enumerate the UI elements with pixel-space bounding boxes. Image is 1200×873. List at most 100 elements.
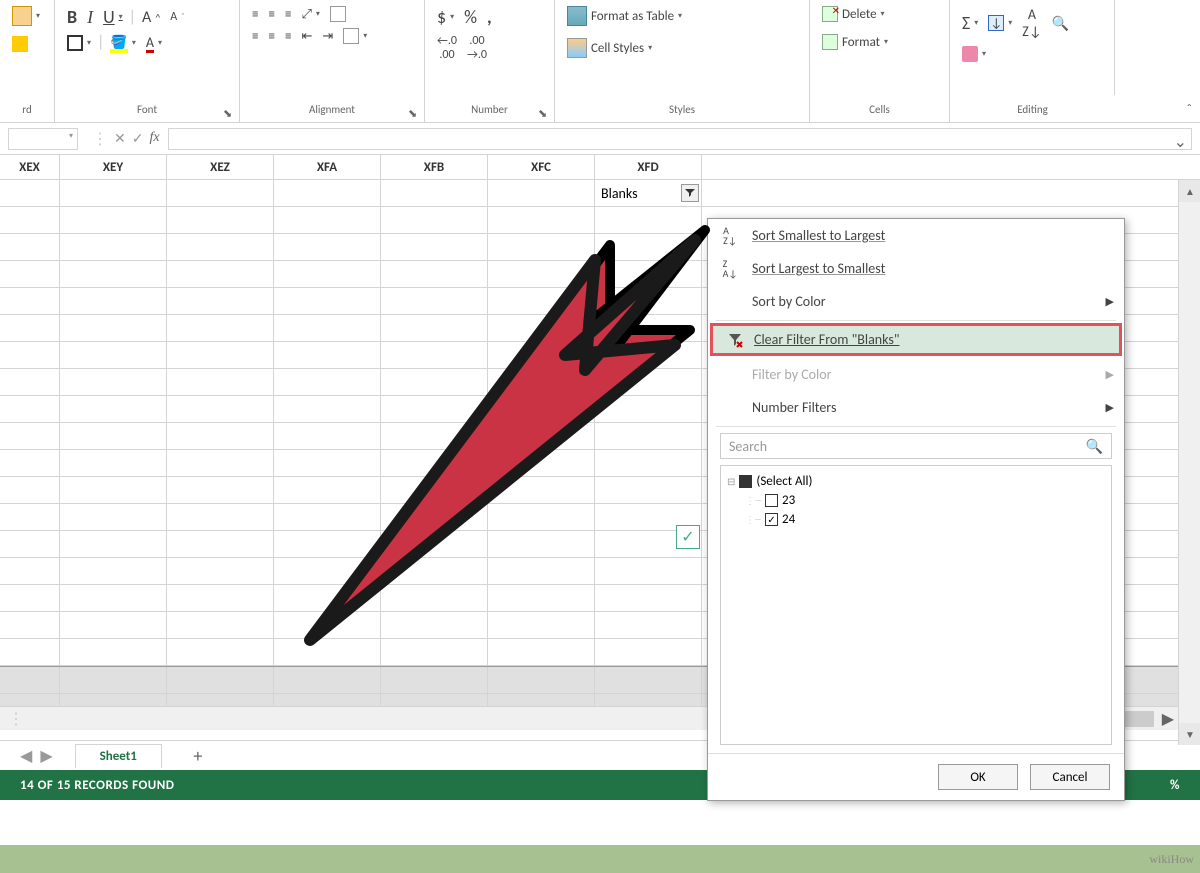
percent-button[interactable]: % <box>460 4 481 30</box>
col-XFC[interactable]: XFC <box>488 155 595 179</box>
fill-color[interactable]: 🪣▾ <box>106 32 139 53</box>
format-cells[interactable]: Format▾ <box>818 32 941 52</box>
filter-search[interactable]: Search 🔍 <box>720 433 1112 459</box>
clear-button[interactable]: ▾ <box>958 44 990 64</box>
sheet-tab-active[interactable]: Sheet1 <box>75 744 162 768</box>
inc-indent[interactable]: ⇥ <box>318 27 337 46</box>
find-select[interactable]: 🔍 <box>1048 13 1073 34</box>
cell[interactable] <box>167 180 274 206</box>
cell[interactable] <box>381 180 488 206</box>
filter-by-color: Filter by Color <box>708 358 1124 391</box>
paste-button[interactable]: ▾ <box>8 4 44 28</box>
sort-filter[interactable]: AZ↓ <box>1018 4 1045 42</box>
col-XFA[interactable]: XFA <box>274 155 381 179</box>
sort-asc-icon: AZ↓ <box>720 226 740 246</box>
grow-font[interactable]: A^ <box>138 6 164 29</box>
cancel-formula-icon[interactable]: ✕ <box>114 130 126 147</box>
format-as-table[interactable]: Format as Table▾ <box>563 4 801 28</box>
item-cb-24[interactable] <box>765 513 778 526</box>
align-bottom[interactable]: ≡ <box>281 5 295 24</box>
shrink-font[interactable]: Aˇ <box>166 8 188 26</box>
select-all-checkbox[interactable]: ✓ <box>676 525 700 549</box>
format-icon <box>822 34 838 50</box>
filter-header-cell[interactable]: Blanks <box>595 180 702 206</box>
comma-button[interactable]: , <box>483 4 496 30</box>
autosum[interactable]: Σ▾ <box>958 10 982 36</box>
number-label: Number⬊ <box>425 95 555 123</box>
font-color[interactable]: A▾ <box>142 32 166 53</box>
collapse-ribbon-icon[interactable]: ˆ <box>1186 101 1192 118</box>
col-XFD[interactable]: XFD <box>595 155 702 179</box>
filter-tree[interactable]: ⊟ (Select All) ⋮┄ 23 ⋮┄ 24 <box>720 465 1112 745</box>
editing-group: Σ▾ ↓▾ AZ↓ 🔍 ▾ <box>950 0 1115 95</box>
item-cb-23[interactable] <box>765 494 778 507</box>
wrap-text[interactable] <box>326 4 350 24</box>
fx-icon[interactable]: fx <box>149 130 159 147</box>
vertical-scrollbar[interactable]: ▲ ▼ <box>1178 180 1200 745</box>
number-group: $▾ % , ←.0.00 .00→.0 <box>425 0 555 95</box>
fill-button[interactable]: ↓▾ <box>984 13 1016 33</box>
sort-by-color[interactable]: Sort by Color <box>708 285 1124 318</box>
font-label: Font⬊ <box>55 95 240 123</box>
align-top[interactable]: ≡ <box>248 5 262 24</box>
ok-button[interactable]: OK <box>938 764 1018 790</box>
dec-indent[interactable]: ⇤ <box>297 27 316 46</box>
align-right[interactable]: ≡ <box>281 27 295 46</box>
cell[interactable] <box>274 180 381 206</box>
alignment-label: Alignment⬊ <box>240 95 425 123</box>
watermark: wikiHow <box>1149 852 1194 867</box>
font-launcher-icon[interactable]: ⬊ <box>223 107 235 119</box>
select-all-tree-cb[interactable] <box>739 475 752 488</box>
eraser-icon <box>962 46 978 62</box>
decrease-decimal[interactable]: .00→.0 <box>463 32 491 64</box>
record-count: 14 OF 15 RECORDS FOUND <box>20 778 174 793</box>
cancel-button[interactable]: Cancel <box>1030 764 1110 790</box>
align-center[interactable]: ≡ <box>264 27 278 46</box>
increase-decimal[interactable]: ←.0.00 <box>433 32 461 64</box>
align-middle[interactable]: ≡ <box>264 5 278 24</box>
align-left[interactable]: ≡ <box>248 27 262 46</box>
expand-formula-icon[interactable]: ⌄ <box>1174 132 1187 152</box>
filter-active-icon <box>684 187 696 199</box>
borders-button[interactable]: ▾ <box>63 33 95 53</box>
enter-formula-icon[interactable]: ✓ <box>132 130 144 147</box>
clipboard-label: rd <box>0 95 55 123</box>
col-XEX[interactable]: XEX <box>0 155 60 179</box>
sort-ascending[interactable]: AZ↓ Sort Smallest to Largest <box>708 219 1124 252</box>
scroll-down-icon[interactable]: ▼ <box>1179 723 1200 745</box>
cell-styles[interactable]: Cell Styles▾ <box>563 36 801 60</box>
sort-desc-icon: ZA↓ <box>720 259 740 279</box>
delete-icon: ✕ <box>822 6 838 22</box>
font-group: B I U▾ | A^ Aˇ ▾ | 🪣▾ A▾ <box>55 0 240 95</box>
italic-button[interactable]: I <box>83 5 97 30</box>
cell[interactable] <box>0 180 60 206</box>
new-sheet-button[interactable]: + <box>184 742 212 770</box>
number-filters[interactable]: Number Filters <box>708 391 1124 424</box>
cell[interactable] <box>60 180 167 206</box>
delete-cells[interactable]: ✕Delete▾ <box>818 4 941 24</box>
filter-menu: AZ↓ Sort Smallest to Largest ZA↓ Sort La… <box>707 218 1125 801</box>
number-launcher-icon[interactable]: ⬊ <box>538 107 550 119</box>
merge-center[interactable]: ▾ <box>339 26 371 46</box>
bold-button[interactable]: B <box>63 4 81 30</box>
col-XEY[interactable]: XEY <box>60 155 167 179</box>
col-XFB[interactable]: XFB <box>381 155 488 179</box>
clear-filter[interactable]: Clear Filter From "Blanks" <box>710 323 1122 356</box>
formula-input[interactable]: ⌄ <box>168 128 1192 150</box>
name-box[interactable]: ▾ <box>8 128 78 150</box>
align-launcher-icon[interactable]: ⬊ <box>408 107 420 119</box>
alignment-group: ≡ ≡ ≡ ⤢▾ ≡ ≡ ≡ ⇤ ⇥ ▾ <box>240 0 425 95</box>
orientation[interactable]: ⤢▾ <box>297 5 323 24</box>
scroll-up-icon[interactable]: ▲ <box>1179 180 1200 202</box>
search-icon: 🔍 <box>1086 438 1103 455</box>
cell[interactable] <box>488 180 595 206</box>
filter-dropdown-button[interactable] <box>681 184 699 202</box>
format-painter[interactable] <box>8 34 32 54</box>
formula-bar: ▾ ⋮ ✕ ✓ fx ⌄ <box>0 123 1200 155</box>
table-icon <box>567 6 587 26</box>
editing-label: Editing <box>950 95 1115 123</box>
sort-descending[interactable]: ZA↓ Sort Largest to Smallest <box>708 252 1124 285</box>
col-XEZ[interactable]: XEZ <box>167 155 274 179</box>
underline-button[interactable]: U▾ <box>99 4 127 30</box>
currency-button[interactable]: $▾ <box>433 4 458 30</box>
